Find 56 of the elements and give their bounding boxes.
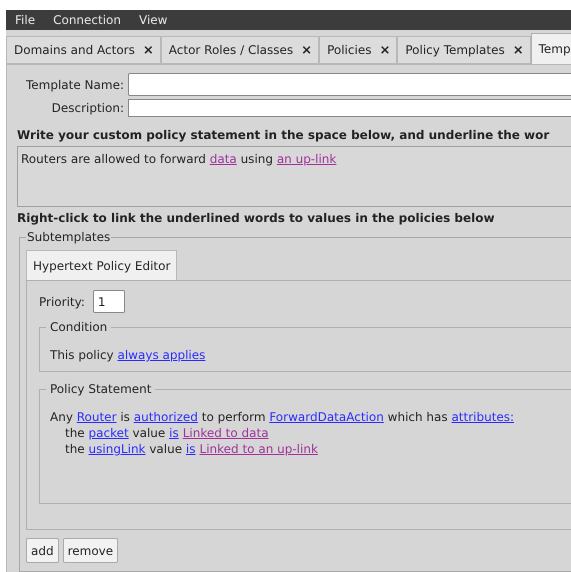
tab-label: Policies	[327, 42, 372, 59]
menu-item[interactable]: View	[139, 11, 168, 29]
priority-field[interactable]: 1	[92, 290, 125, 313]
link[interactable]: usingLink	[88, 442, 146, 456]
link[interactable]: ForwardDataAction	[269, 410, 384, 424]
link[interactable]: is	[169, 426, 179, 440]
link[interactable]: always applies	[117, 348, 206, 362]
menu-item[interactable]: File	[15, 11, 36, 29]
tab[interactable]: Domains and Actors ×	[6, 36, 161, 64]
tab[interactable]: Temp	[530, 33, 571, 64]
group-title: Subtemplates	[26, 229, 112, 246]
instruction-text: Write your custom policy statement in the space below, and underline the wor	[17, 127, 550, 144]
field-label: Template Name:	[24, 76, 124, 94]
tab-label: Policy Templates	[405, 42, 505, 59]
link[interactable]: Router	[76, 410, 117, 424]
section-title: Condition	[49, 319, 108, 336]
hint-text: Right-click to link the underlined words to values in the policies below	[17, 210, 496, 227]
action-button[interactable]: remove	[62, 538, 118, 563]
text: is	[119, 410, 131, 424]
text: the	[65, 442, 86, 456]
close-button[interactable]: ×	[142, 44, 154, 56]
text-field[interactable]	[128, 99, 571, 117]
link[interactable]: is	[186, 442, 196, 456]
link[interactable]: authorized	[134, 410, 198, 424]
text: Any	[50, 410, 74, 424]
link[interactable]: data	[210, 152, 237, 166]
link[interactable]: packet	[88, 426, 129, 440]
tab-label: Temp	[538, 41, 571, 58]
tab[interactable]: Actor Roles / Classes ×	[160, 36, 320, 64]
text: Routers are allowed to forward	[21, 152, 207, 166]
tab[interactable]: Hypertext Policy Editor	[26, 250, 178, 280]
tab[interactable]: Policies ×	[319, 36, 398, 64]
statement-field[interactable]: Routers are allowed to forward data using an up-link	[17, 146, 571, 207]
close-button[interactable]: ×	[512, 44, 524, 56]
action-button[interactable]: add	[26, 538, 59, 563]
text: to perform	[200, 410, 267, 424]
menu-item[interactable]: Connection	[53, 11, 121, 29]
text: the	[65, 426, 86, 440]
link[interactable]: Linked to an up-link	[200, 442, 318, 456]
tab-label: Domains and Actors	[14, 42, 135, 59]
link[interactable]: an up-link	[276, 152, 336, 166]
close-button[interactable]: ×	[379, 44, 390, 56]
priority-label: Priority:	[39, 294, 85, 310]
section-title: Policy Statement	[49, 381, 152, 398]
text: This policy	[50, 348, 115, 362]
text: using	[240, 152, 274, 166]
link[interactable]: attributes:	[451, 410, 514, 424]
close-button[interactable]: ×	[301, 44, 312, 56]
tab-label: Actor Roles / Classes	[168, 42, 294, 59]
text: which has	[386, 410, 449, 424]
field-label: Description:	[50, 100, 124, 117]
text: value	[132, 426, 166, 440]
text-field[interactable]	[128, 73, 571, 96]
tab[interactable]: Policy Templates ×	[397, 36, 531, 64]
text: value	[148, 442, 184, 456]
link[interactable]: Linked to data	[182, 426, 269, 440]
